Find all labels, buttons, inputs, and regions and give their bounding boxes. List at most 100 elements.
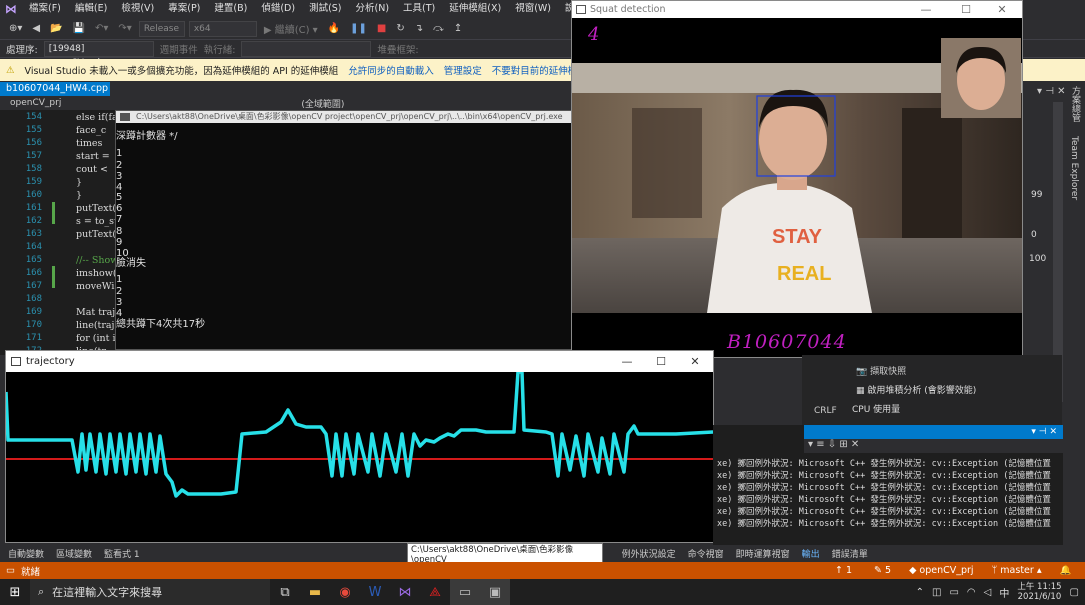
squat-detection-window[interactable]: Squat detection — ☐ ✕ STAY REAL 4 B10607… [571, 0, 1023, 358]
pane-controls[interactable]: ▾ ⊣ ✕ [1031, 425, 1063, 439]
bottom-tab[interactable]: 監看式 1 [104, 547, 140, 560]
menu-debug[interactable]: 偵錯(D) [254, 0, 302, 18]
code-line[interactable]: Mat traj [76, 307, 115, 318]
pending-changes-icon[interactable]: ✎ 5 [874, 565, 891, 576]
task-view-icon[interactable]: ⧉ [270, 579, 300, 605]
project-repo[interactable]: ◆ openCV_prj [909, 565, 974, 576]
close-button[interactable]: ✕ [679, 353, 711, 370]
config-select[interactable]: Release [138, 20, 185, 37]
file-explorer-icon[interactable]: ▬ [300, 579, 330, 605]
action-center-icon[interactable]: ▢ [1070, 587, 1079, 598]
restart-icon[interactable]: ↻ [393, 23, 407, 34]
maximize-button[interactable]: ☐ [950, 1, 982, 18]
code-line[interactable]: start = [76, 151, 110, 162]
line-ending-indicator[interactable]: CRLF [814, 406, 837, 416]
battery-icon[interactable]: ▭ [949, 587, 958, 598]
solution-explorer-tab[interactable]: 方案總管 [1069, 86, 1082, 122]
clock[interactable]: 上午 11:15 2021/6/10 [1017, 582, 1061, 602]
code-line[interactable]: s = to_st [76, 216, 118, 227]
code-line[interactable]: face_c [76, 125, 106, 136]
step-out-icon[interactable]: ↥ [451, 23, 465, 34]
open-file-icon[interactable]: 📂 [47, 23, 65, 34]
code-line[interactable]: imshow( [76, 268, 117, 279]
code-line[interactable]: for (int i [76, 333, 116, 344]
code-line[interactable]: } [76, 190, 82, 201]
menu-build[interactable]: 建置(B) [207, 0, 254, 18]
bottom-tab[interactable]: 自動變數 [8, 547, 44, 560]
code-line[interactable]: putText( [76, 229, 116, 240]
stop-icon[interactable]: ■ [374, 23, 389, 34]
platform-select[interactable]: x64 [188, 20, 257, 37]
project-dropdown[interactable]: openCV_prj [10, 98, 61, 108]
hot-reload-icon[interactable]: 🔥 [325, 23, 343, 34]
cpu-usage-tab[interactable]: CPU 使用量 [852, 402, 900, 415]
ime-indicator[interactable]: 中 [999, 585, 1009, 600]
squat-title-bar[interactable]: Squat detection — ☐ ✕ [572, 1, 1022, 18]
maximize-button[interactable]: ☐ [645, 353, 677, 370]
code-line[interactable]: } [76, 177, 82, 188]
menu-extensions[interactable]: 延伸模組(X) [442, 0, 508, 18]
heap-profiling-toggle[interactable]: ▦ 啟用堆積分析 (會影響效能) [856, 383, 976, 396]
menu-file[interactable]: 檔案(F) [22, 0, 68, 18]
close-button[interactable]: ✕ [986, 1, 1018, 18]
volume-icon[interactable]: ◁ [984, 587, 992, 598]
redo-icon[interactable]: ↷▾ [115, 23, 134, 34]
output-pane[interactable]: ▾ ⊣ ✕ ▾ ≡ ⇩ ⊞ ✕ xe) 擲回例外狀況: Microsoft C+… [713, 425, 1063, 545]
git-branch[interactable]: ᛘ master ▴ [992, 565, 1042, 576]
opencv-window-icon[interactable]: ▣ [480, 579, 510, 605]
thread-select[interactable] [241, 40, 372, 57]
publish-up-icon[interactable]: ↑ 1 [835, 565, 852, 576]
bottom-tab[interactable]: 即時運算視窗 [736, 547, 790, 560]
code-line[interactable]: moveWi [76, 281, 114, 292]
minimize-button[interactable]: — [611, 353, 643, 370]
chevron-up-icon[interactable]: ⌃ [916, 587, 924, 598]
step-into-icon[interactable]: ↴ [412, 23, 426, 34]
menu-window[interactable]: 視窗(W) [508, 0, 558, 18]
visual-studio-icon[interactable]: ⋈ [390, 579, 420, 605]
menu-view[interactable]: 檢視(V) [114, 0, 161, 18]
pane-controls[interactable]: ▾ ⊣ ✕ [1037, 86, 1065, 97]
code-line[interactable]: //-- Show [76, 255, 118, 266]
bottom-tab[interactable]: 命令視窗 [688, 547, 724, 560]
code-line[interactable]: line(traje [76, 320, 120, 331]
team-explorer-tab[interactable]: Team Explorer [1069, 136, 1079, 200]
network-icon[interactable]: ◫ [932, 587, 941, 598]
process-select[interactable]: [19948] openCV_prj.exe [43, 40, 154, 68]
bottom-tab[interactable]: 輸出 [802, 547, 820, 560]
step-over-icon[interactable]: ⤼ [430, 23, 447, 34]
output-title-bar[interactable]: ▾ ⊣ ✕ [804, 425, 1063, 439]
continue-button[interactable]: ▶ 繼續(C) ▾ [261, 21, 321, 36]
menu-tools[interactable]: 工具(T) [396, 0, 442, 18]
wifi-icon[interactable]: ◠ [967, 587, 976, 598]
trajectory-window[interactable]: trajectory — ☐ ✕ [5, 350, 714, 543]
code-line[interactable]: putText( [76, 203, 116, 214]
minimize-button[interactable]: — [910, 1, 942, 18]
document-tab[interactable]: b10607044_HW4.cpp [0, 82, 110, 96]
code-line[interactable]: else if(fa [76, 112, 118, 123]
chrome-icon[interactable]: ◉ [330, 579, 360, 605]
bottom-tab[interactable]: 錯誤清單 [832, 547, 868, 560]
notifications-icon[interactable]: 🔔 [1060, 565, 1072, 576]
taskbar-search[interactable]: ⌕ 在這裡輸入文字來搜尋 [30, 579, 270, 605]
pause-icon[interactable]: ❚❚ [347, 23, 370, 34]
code-line[interactable]: times [76, 138, 102, 149]
save-icon[interactable]: 💾 [70, 23, 88, 34]
bottom-tab[interactable]: 例外狀況設定 [622, 547, 676, 560]
undo-icon[interactable]: ↶▾ [92, 23, 111, 34]
console-title-bar[interactable]: C:\Users\akt88\OneDrive\桌面\色彩影像\openCV p… [116, 111, 574, 123]
allow-autoload-link[interactable]: 允許同步的自動載入 [348, 63, 434, 77]
new-project-icon[interactable]: ⊕▾ [6, 23, 25, 34]
menu-test[interactable]: 測試(S) [302, 0, 348, 18]
console-app-icon[interactable]: ▭ [450, 579, 480, 605]
code-line[interactable]: cout < [76, 164, 108, 175]
bottom-tab[interactable]: 區域變數 [56, 547, 92, 560]
lifecycle-label[interactable]: 週期事件 [160, 42, 198, 56]
word-icon[interactable]: W [360, 579, 390, 605]
acrobat-icon[interactable]: ⟁ [420, 579, 450, 605]
menu-edit[interactable]: 編輯(E) [68, 0, 114, 18]
menu-project[interactable]: 專案(P) [161, 0, 207, 18]
back-icon[interactable]: ◀ [29, 23, 43, 34]
menu-analyze[interactable]: 分析(N) [349, 0, 397, 18]
take-snapshot-button[interactable]: 📷 擷取快照 [856, 364, 906, 377]
windows-start-icon[interactable]: ⊞ [0, 579, 30, 605]
